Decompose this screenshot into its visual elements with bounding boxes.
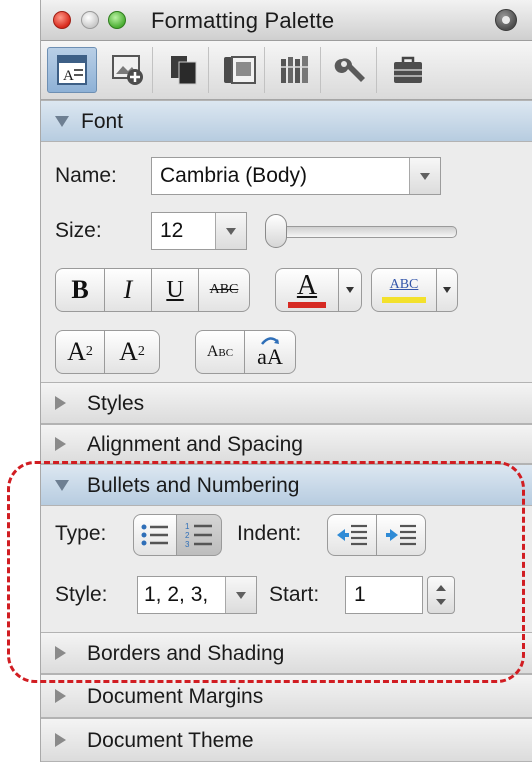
font-name-combobox[interactable]: Cambria (Body): [151, 157, 441, 195]
italic-button[interactable]: I: [104, 268, 152, 312]
font-color-swatch: [288, 301, 326, 308]
disclosure-closed-icon: [55, 437, 66, 451]
alignment-section-label: Alignment and Spacing: [87, 433, 303, 456]
copy-pages-icon: [170, 56, 196, 85]
disclosure-open-icon: [55, 116, 69, 127]
strikethrough-label: ABC: [209, 282, 239, 297]
alignment-section-header[interactable]: Alignment and Spacing: [41, 424, 532, 464]
small-caps-button[interactable]: Abc: [195, 330, 245, 374]
title-bar[interactable]: Formatting Palette: [41, 0, 532, 41]
font-color-dropdown[interactable]: [338, 268, 362, 312]
font-section-header[interactable]: Font: [41, 100, 532, 142]
font-section-label: Font: [81, 110, 124, 133]
change-case-button[interactable]: aA: [244, 330, 296, 374]
small-caps-label: Abc: [206, 343, 234, 360]
strikethrough-button[interactable]: ABC: [198, 268, 250, 312]
compatibility-tab[interactable]: [327, 47, 377, 93]
palette-toolbar: A: [41, 41, 532, 100]
highlight-label: ABC: [389, 277, 419, 292]
bold-button[interactable]: B: [55, 268, 105, 312]
italic-label: I: [123, 275, 133, 304]
disclosure-closed-icon: [55, 689, 66, 703]
chevron-down-icon[interactable]: [215, 213, 246, 249]
superscript-exp: 2: [85, 344, 93, 359]
close-button[interactable]: [53, 11, 71, 29]
subscript-base: A: [119, 337, 138, 366]
library-icon: [280, 56, 308, 83]
change-case-upper: A: [266, 344, 283, 369]
styles-section-label: Styles: [87, 392, 145, 415]
font-size-slider[interactable]: [279, 226, 457, 238]
superscript-button[interactable]: A2: [55, 330, 105, 374]
project-palette-tab[interactable]: [383, 47, 433, 93]
name-label: Name:: [55, 164, 117, 187]
object-palette-tab[interactable]: [103, 47, 153, 93]
highlight-button[interactable]: ABC: [371, 268, 437, 312]
slider-thumb[interactable]: [265, 214, 287, 248]
underline-label: U: [166, 276, 184, 303]
picture-frame-icon: [223, 56, 256, 84]
change-case-lower: a: [257, 344, 267, 369]
reference-tools-tab[interactable]: [271, 47, 321, 93]
minimize-button[interactable]: [81, 11, 99, 29]
highlight-swatch: [382, 297, 426, 303]
margins-section-label: Document Margins: [87, 685, 264, 708]
citations-tab[interactable]: [159, 47, 209, 93]
add-picture-icon: [111, 55, 143, 85]
disclosure-closed-icon: [55, 396, 66, 410]
highlight-callout: [7, 461, 525, 683]
font-size-value: 12: [160, 219, 184, 242]
zoom-button[interactable]: [108, 11, 126, 29]
bold-label: B: [71, 275, 89, 304]
font-section-content: Name: Cambria (Body) Size: 12 B I U ABC …: [41, 142, 532, 382]
theme-section-header[interactable]: Document Theme: [41, 718, 532, 762]
chevron-down-icon[interactable]: [409, 158, 440, 194]
styles-section-header[interactable]: Styles: [41, 382, 532, 424]
underline-button[interactable]: U: [151, 268, 199, 312]
theme-section-label: Document Theme: [87, 729, 254, 752]
superscript-base: A: [67, 337, 86, 366]
text-formatting-tab[interactable]: A: [47, 47, 97, 93]
wrench-icon: [334, 58, 365, 82]
disclosure-closed-icon: [55, 733, 66, 747]
subscript-exp: 2: [137, 344, 145, 359]
font-color-letter: A: [296, 269, 318, 301]
chevron-down-icon: [443, 287, 451, 293]
font-name-value: Cambria (Body): [160, 164, 308, 187]
font-color-button[interactable]: A: [275, 268, 339, 312]
palette-opacity-button[interactable]: [495, 9, 517, 31]
font-size-combobox[interactable]: 12: [151, 212, 247, 250]
svg-text:A: A: [63, 68, 74, 84]
text-formatting-icon: A: [57, 55, 87, 85]
size-label: Size:: [55, 219, 102, 242]
highlight-dropdown[interactable]: [436, 268, 458, 312]
scrapbook-tab[interactable]: [215, 47, 265, 93]
window-title: Formatting Palette: [151, 8, 335, 33]
chevron-down-icon: [346, 287, 354, 293]
subscript-button[interactable]: A2: [104, 330, 160, 374]
toolbox-icon: [394, 56, 422, 83]
